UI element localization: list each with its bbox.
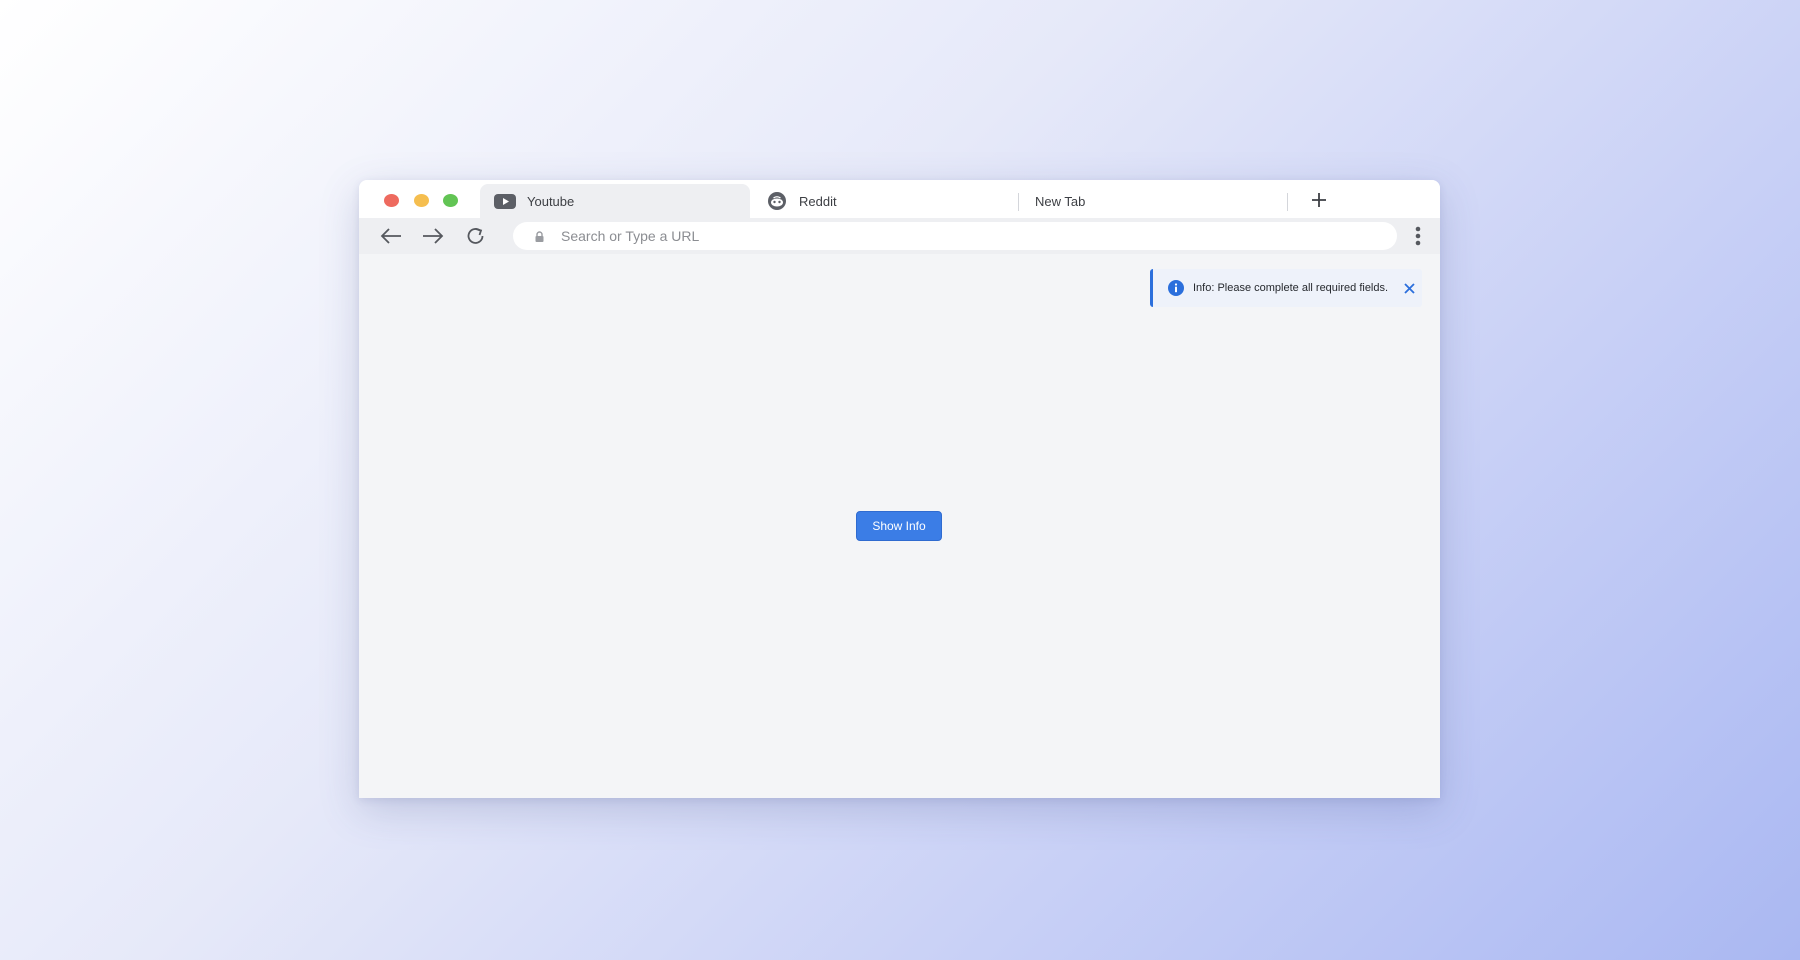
close-window-button[interactable] bbox=[384, 194, 399, 207]
more-vertical-icon bbox=[1415, 226, 1421, 246]
tab-youtube[interactable]: Youtube bbox=[480, 184, 750, 218]
arrow-left-icon bbox=[380, 228, 401, 244]
url-input[interactable] bbox=[559, 227, 1383, 245]
info-icon bbox=[1168, 280, 1184, 296]
arrow-right-icon bbox=[423, 228, 444, 244]
notification-message: Info: Please complete all required field… bbox=[1193, 282, 1389, 294]
browser-window: Youtube Reddit New Tab Search or Type a … bbox=[359, 180, 1440, 798]
maximize-window-button[interactable] bbox=[443, 194, 458, 207]
reload-button[interactable] bbox=[464, 225, 488, 247]
reddit-icon bbox=[766, 192, 788, 210]
page-content: Info: Please complete all required field… bbox=[359, 254, 1440, 798]
browser-menu-button[interactable] bbox=[1410, 225, 1426, 247]
tab-bar: Youtube Reddit New Tab bbox=[359, 180, 1440, 218]
plus-icon bbox=[1312, 193, 1326, 207]
address-bar[interactable] bbox=[513, 222, 1397, 250]
youtube-icon bbox=[494, 193, 516, 209]
tab-label: New Tab bbox=[1035, 193, 1086, 209]
tab-separator bbox=[1287, 193, 1288, 211]
tab-label: Reddit bbox=[799, 193, 837, 209]
back-button[interactable] bbox=[379, 225, 403, 247]
navigation-toolbar bbox=[359, 218, 1440, 254]
close-icon bbox=[1403, 282, 1415, 294]
show-info-button[interactable]: Show Info bbox=[856, 511, 942, 541]
close-notification-button[interactable] bbox=[1403, 282, 1415, 294]
new-tab-button[interactable] bbox=[1308, 189, 1330, 211]
info-notification: Info: Please complete all required field… bbox=[1150, 269, 1422, 307]
reload-icon bbox=[467, 228, 484, 244]
tab-new-tab[interactable]: New Tab bbox=[1019, 184, 1287, 218]
forward-button[interactable] bbox=[421, 225, 445, 247]
minimize-window-button[interactable] bbox=[414, 194, 429, 207]
tab-reddit[interactable]: Reddit bbox=[750, 184, 1018, 218]
lock-icon bbox=[533, 230, 545, 242]
tab-label: Youtube bbox=[527, 193, 575, 209]
